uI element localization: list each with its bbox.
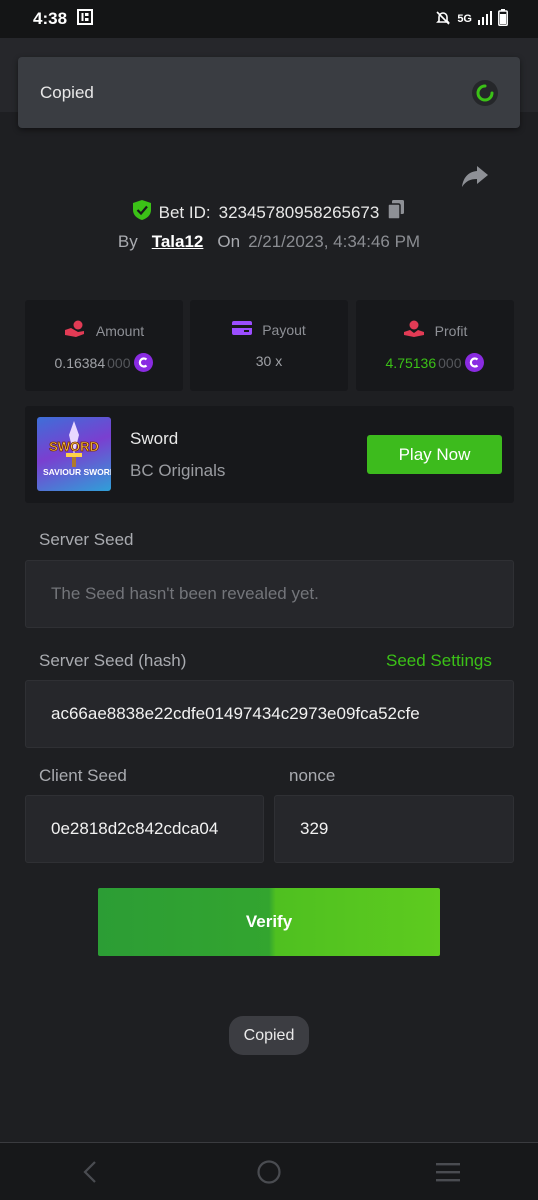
back-nav-icon[interactable]: [70, 1152, 110, 1192]
by-label: By: [117, 232, 138, 251]
bet-id-label: Bet ID:: [158, 202, 211, 222]
svg-text:SWORD: SWORD: [49, 439, 99, 454]
system-nav-bar: [0, 1142, 538, 1200]
network-type: 5G: [457, 13, 472, 25]
stat-payout-value: 30 x: [255, 353, 283, 369]
client-seed-field[interactable]: 0e2818d2c842cdca04: [25, 795, 264, 863]
game-thumbnail[interactable]: SWORD SAVIOUR SWORD: [37, 417, 111, 491]
muted-bell-icon: [435, 10, 451, 29]
verified-shield-icon: [132, 200, 151, 225]
copy-icon[interactable]: [387, 200, 405, 225]
coin-icon: [134, 353, 154, 372]
verify-button[interactable]: Verify: [98, 888, 440, 956]
stat-profit: Profit 4.75136 000: [356, 300, 514, 391]
server-seed-hash-label: Server Seed (hash): [39, 651, 187, 670]
stat-payout-label: Payout: [262, 321, 306, 338]
stat-payout: Payout 30 x: [190, 300, 348, 391]
game-name: Sword: [130, 429, 179, 448]
seed-settings-link[interactable]: Seed Settings: [386, 651, 492, 671]
stat-amount-value: 0.16384: [54, 354, 106, 371]
stat-amount-value-trailing: 000: [107, 354, 131, 371]
home-nav-icon[interactable]: [249, 1152, 289, 1192]
stat-profit-value-trailing: 000: [438, 354, 462, 371]
clock: 4:38: [33, 9, 68, 28]
bet-hand-icon: [64, 320, 86, 341]
username-link[interactable]: Tala12: [152, 232, 204, 252]
bet-datetime: 2/21/2023, 4:34:46 PM: [248, 232, 421, 251]
battery-icon: [498, 9, 508, 29]
server-seed-field[interactable]: The Seed hasn't been revealed yet.: [25, 560, 514, 628]
play-now-button[interactable]: Play Now: [367, 435, 502, 474]
stat-amount: Amount 0.16384 000: [25, 300, 183, 391]
signal-icon: [478, 10, 492, 28]
stat-profit-label: Profit: [434, 322, 468, 339]
nonce-label: nonce: [289, 766, 336, 785]
loading-spinner-icon: [472, 79, 498, 106]
wallet-icon: [232, 320, 253, 339]
on-label: On: [217, 232, 241, 251]
server-seed-label: Server Seed: [39, 530, 134, 549]
client-seed-label: Client Seed: [39, 766, 127, 785]
sword-game-art-icon: SWORD SAVIOUR SWORD: [43, 421, 111, 477]
game-card: SWORD SAVIOUR SWORD Sword BC Originals P…: [25, 406, 514, 503]
bet-meta-row: By Tala12 On 2/21/2023, 4:34:46 PM: [0, 232, 538, 252]
profit-hand-icon: [403, 320, 425, 341]
stat-amount-label: Amount: [95, 322, 145, 339]
copied-toast: Copied: [18, 57, 520, 128]
share-icon[interactable]: [460, 162, 490, 190]
copied-snackbar: Copied: [229, 1016, 309, 1055]
game-provider: BC Originals: [130, 461, 226, 480]
svg-text:SAVIOUR SWORD: SAVIOUR SWORD: [43, 467, 111, 477]
menu-nav-icon[interactable]: [428, 1152, 468, 1192]
stat-profit-value: 4.75136: [385, 354, 437, 371]
server-seed-hash-field[interactable]: ac66ae8838e22cdfe01497434c2973e09fca52cf…: [25, 680, 514, 748]
bet-id-value: 32345780958265673: [218, 202, 380, 222]
status-bar: 4:38 5G: [0, 0, 538, 38]
copied-toast-text: Copied: [40, 82, 94, 102]
bet-details-screen: 4:38 5G Copied Bet ID: 32345780958265673…: [0, 0, 538, 1200]
nonce-field[interactable]: 329: [274, 795, 514, 863]
bet-id-row: Bet ID: 32345780958265673: [0, 200, 538, 225]
coin-icon: [465, 353, 485, 372]
notification-app-icon: [77, 8, 94, 30]
